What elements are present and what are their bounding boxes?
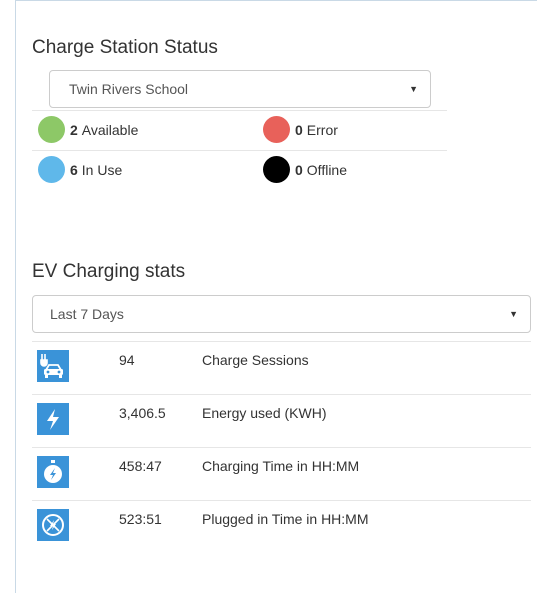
charge-station-status-title: Charge Station Status bbox=[32, 37, 218, 58]
caret-down-icon: ▼ bbox=[409, 84, 418, 94]
panel-border-top bbox=[15, 0, 537, 1]
charging-time-value: 458:47 bbox=[119, 458, 162, 474]
stat-row-energy-used: 3,406.5 Energy used (KWH) bbox=[32, 394, 531, 447]
stat-row-charging-time: 458:47 Charging Time in HH:MM bbox=[32, 447, 531, 500]
divider bbox=[32, 110, 447, 111]
plugged-in-time-value: 523:51 bbox=[119, 511, 162, 527]
in-use-status-dot-icon bbox=[38, 156, 65, 183]
site-select-value: Twin Rivers School bbox=[69, 81, 189, 97]
lightning-bolt-icon bbox=[37, 403, 69, 435]
in-use-label: In Use bbox=[81, 161, 123, 178]
status-available: 2 Available bbox=[38, 116, 138, 143]
offline-count: 0 bbox=[295, 161, 303, 178]
period-select[interactable]: Last 7 Days ▼ bbox=[32, 295, 531, 333]
status-in-use: 6 In Use bbox=[38, 156, 122, 183]
site-select[interactable]: Twin Rivers School ▼ bbox=[49, 70, 431, 108]
plugged-in-time-label: Plugged in Time in HH:MM bbox=[202, 511, 369, 527]
period-select-value: Last 7 Days bbox=[50, 306, 124, 322]
stopwatch-bolt-icon bbox=[37, 456, 69, 488]
error-label: Error bbox=[306, 121, 338, 138]
available-label: Available bbox=[81, 121, 139, 138]
caret-down-icon: ▼ bbox=[509, 309, 518, 319]
stat-row-plugged-in-time: 523:51 Plugged in Time in HH:MM bbox=[32, 500, 531, 553]
status-error: 0 Error bbox=[263, 116, 338, 143]
available-status-dot-icon bbox=[38, 116, 65, 143]
stat-row-charge-sessions: 94 Charge Sessions bbox=[32, 341, 531, 394]
energy-used-label: Energy used (KWH) bbox=[202, 405, 327, 421]
divider bbox=[32, 150, 447, 151]
energy-used-value: 3,406.5 bbox=[119, 405, 166, 421]
offline-label: Offline bbox=[306, 161, 348, 178]
charge-sessions-label: Charge Sessions bbox=[202, 352, 309, 368]
charge-sessions-value: 94 bbox=[119, 352, 135, 368]
error-status-dot-icon bbox=[263, 116, 290, 143]
available-count: 2 bbox=[70, 121, 78, 138]
offline-status-dot-icon bbox=[263, 156, 290, 183]
circle-plug-icon bbox=[37, 509, 69, 541]
error-count: 0 bbox=[295, 121, 303, 138]
status-offline: 0 Offline bbox=[263, 156, 347, 183]
charging-time-label: Charging Time in HH:MM bbox=[202, 458, 360, 474]
in-use-count: 6 bbox=[70, 161, 78, 178]
ev-charging-stats-title: EV Charging stats bbox=[32, 261, 186, 282]
car-plug-icon bbox=[37, 350, 69, 382]
panel-border-left bbox=[15, 0, 16, 593]
